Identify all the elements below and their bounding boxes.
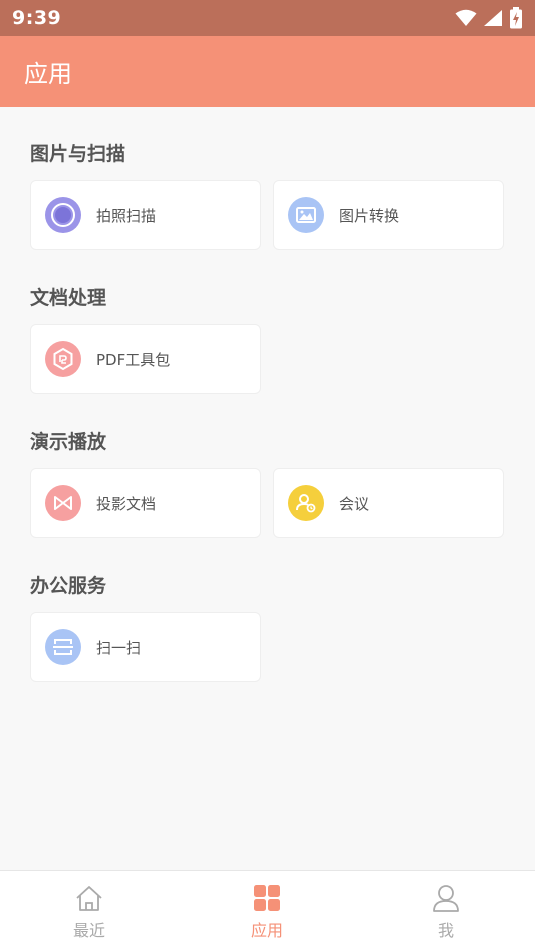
app-card-photo-scan[interactable]: 拍照扫描 <box>30 180 261 250</box>
nav-label-apps: 应用 <box>250 921 283 940</box>
status-icons <box>455 7 523 29</box>
app-card-image-convert[interactable]: 图片转换 <box>273 180 504 250</box>
apps-grid-icon <box>254 885 280 911</box>
nav-label-me: 我 <box>437 921 454 940</box>
signal-icon <box>484 10 502 26</box>
app-card-label: PDF工具包 <box>96 350 171 369</box>
pdf-toolkit-icon <box>45 341 81 377</box>
home-icon <box>76 886 102 911</box>
battery-charging-icon <box>510 7 522 29</box>
app-card-label: 图片转换 <box>339 206 400 225</box>
app-card-qr-scan[interactable]: 扫一扫 <box>30 612 261 682</box>
meeting-icon <box>288 485 324 521</box>
section-title-presentation: 演示播放 <box>30 431 107 453</box>
app-card-pdf-toolkit[interactable]: PDF工具包 <box>30 324 261 394</box>
app-card-label: 会议 <box>339 494 370 513</box>
app-card-label: 扫一扫 <box>96 638 142 657</box>
status-bar: 9:39 <box>0 0 535 36</box>
app-card-projection[interactable]: 投影文档 <box>30 468 261 538</box>
nav-item-recent[interactable]: 最近 <box>29 871 149 951</box>
app-card-label: 拍照扫描 <box>96 206 157 225</box>
nav-label-recent: 最近 <box>72 921 105 940</box>
camera-scan-icon <box>45 197 81 233</box>
section-title-image-scan: 图片与扫描 <box>30 143 126 165</box>
section-title-doc-processing: 文档处理 <box>30 287 107 309</box>
page-title: 应用 <box>24 60 72 88</box>
status-time: 9:39 <box>12 7 62 29</box>
projection-icon <box>45 485 81 521</box>
qr-scan-icon <box>45 629 81 665</box>
nav-item-me[interactable]: 我 <box>386 871 506 951</box>
app-card-meeting[interactable]: 会议 <box>273 468 504 538</box>
section-title-office-services: 办公服务 <box>30 575 107 597</box>
profile-icon <box>433 885 459 912</box>
app-card-label: 投影文档 <box>96 494 157 513</box>
apps-content: 图片与扫描 拍照扫描 图片转换 文档处理 PDF工具包 演示播放 投影文档 会议… <box>0 107 535 870</box>
app-bar: 应用 <box>0 36 535 107</box>
wifi-icon <box>455 9 477 26</box>
bottom-nav: 最近 应用 我 <box>0 870 535 951</box>
image-convert-icon <box>288 197 324 233</box>
nav-item-apps[interactable]: 应用 <box>207 871 327 951</box>
